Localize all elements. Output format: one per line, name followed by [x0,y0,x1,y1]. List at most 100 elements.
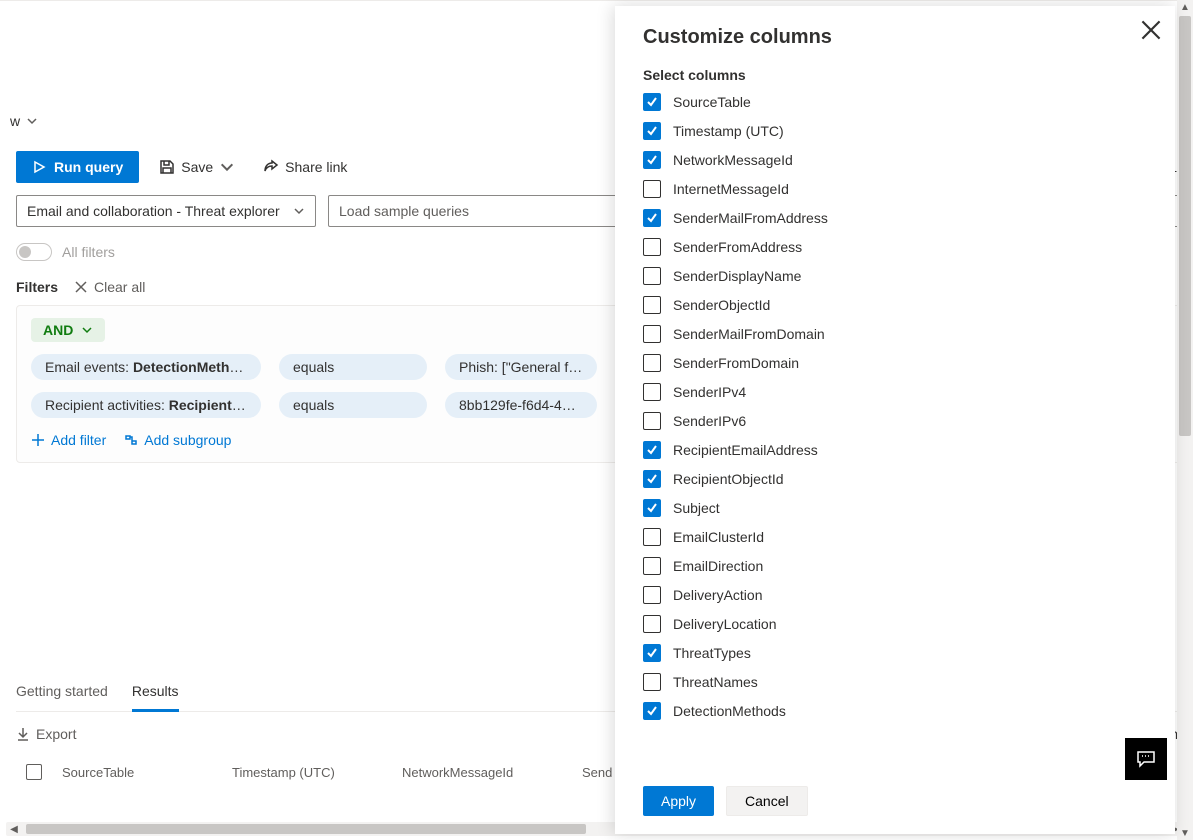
export-label: Export [36,726,76,742]
close-panel-button[interactable] [1141,20,1161,40]
all-filters-toggle[interactable] [16,243,52,261]
column-checkbox-item[interactable]: ThreatTypes [643,644,1147,662]
column-label: SenderFromAddress [673,239,802,255]
column-checkbox-item[interactable]: SenderFromAddress [643,238,1147,256]
column-checkbox-item[interactable]: SourceTable [643,93,1147,111]
checkbox[interactable] [643,93,661,111]
checkbox[interactable] [643,180,661,198]
add-subgroup-button[interactable]: Add subgroup [124,432,231,448]
checkbox[interactable] [643,412,661,430]
col-header-sourcetable[interactable]: SourceTable [62,765,212,780]
column-checkbox-item[interactable]: DeliveryAction [643,586,1147,604]
cancel-button[interactable]: Cancel [726,786,808,816]
col-header-networkmessageid[interactable]: NetworkMessageId [402,765,562,780]
vertical-scrollbar[interactable]: ▲ ▼ [1177,0,1193,840]
column-checkbox-item[interactable]: EmailDirection [643,557,1147,575]
checkbox[interactable] [643,354,661,372]
column-label: DeliveryAction [673,587,762,603]
chevron-down-icon [81,324,93,336]
column-checkbox-item[interactable]: SenderDisplayName [643,267,1147,285]
checkbox[interactable] [643,151,661,169]
column-checkbox-item[interactable]: DeliveryLocation [643,615,1147,633]
column-checkbox-item[interactable]: Timestamp (UTC) [643,122,1147,140]
scroll-left-icon[interactable]: ◀ [6,822,22,836]
column-checkbox-item[interactable]: EmailClusterId [643,528,1147,546]
column-checkbox-item[interactable]: NetworkMessageId [643,151,1147,169]
checkbox[interactable] [643,296,661,314]
panel-title: Customize columns [643,26,1147,49]
checkbox[interactable] [643,528,661,546]
filter-op-pill[interactable]: equals [279,392,427,418]
column-label: SenderIPv6 [673,413,746,429]
run-query-button[interactable]: Run query [16,151,139,183]
filter-field-pill[interactable]: Email events: DetectionMethods [31,354,261,380]
checkbox[interactable] [643,702,661,720]
filter-value-pill[interactable]: 8bb129fe-f6d4-431f-8 [445,392,597,418]
all-filters-label: All filters [62,244,115,260]
checkbox[interactable] [643,644,661,662]
scroll-down-icon[interactable]: ▼ [1177,826,1193,840]
add-subgroup-label: Add subgroup [144,432,231,448]
column-checkbox-item[interactable]: Subject [643,499,1147,517]
checkbox[interactable] [643,586,661,604]
column-checkbox-item[interactable]: SenderIPv4 [643,383,1147,401]
column-checkbox-item[interactable]: SenderMailFromAddress [643,209,1147,227]
checkbox[interactable] [643,325,661,343]
checkbox[interactable] [643,122,661,140]
clear-all-label: Clear all [94,279,145,295]
column-label: Subject [673,500,720,516]
filter-op-pill[interactable]: equals [279,354,427,380]
run-query-label: Run query [54,159,123,175]
checkbox[interactable] [643,383,661,401]
filter-field-pill[interactable]: Recipient activities: RecipientObj… [31,392,261,418]
column-label: SenderMailFromAddress [673,210,828,226]
scope-value: Email and collaboration - Threat explore… [27,203,280,219]
filter-value-pill[interactable]: Phish: ["General filter" [445,354,597,380]
column-label: NetworkMessageId [673,152,793,168]
checkbox[interactable] [643,209,661,227]
checkbox[interactable] [643,470,661,488]
column-checkbox-item[interactable]: InternetMessageId [643,180,1147,198]
checkbox[interactable] [643,267,661,285]
logic-operator-pill[interactable]: AND [31,318,105,342]
checkbox[interactable] [643,238,661,256]
export-button[interactable]: Export [16,726,76,742]
share-label: Share link [285,159,347,175]
column-checkbox-item[interactable]: SenderIPv6 [643,412,1147,430]
column-checkbox-item[interactable]: SenderObjectId [643,296,1147,314]
checkbox[interactable] [643,673,661,691]
checkbox[interactable] [643,499,661,517]
scroll-up-icon[interactable]: ▲ [1177,0,1193,14]
col-header-sender[interactable]: Send [582,765,612,780]
save-button[interactable]: Save [151,151,243,183]
save-label: Save [181,159,213,175]
col-header-timestamp[interactable]: Timestamp (UTC) [232,765,382,780]
column-checkbox-item[interactable]: ThreatNames [643,673,1147,691]
column-checkbox-item[interactable]: SenderMailFromDomain [643,325,1147,343]
share-link-button[interactable]: Share link [255,151,355,183]
feedback-button[interactable] [1125,738,1167,780]
add-filter-button[interactable]: Add filter [31,432,106,448]
column-label: RecipientEmailAddress [673,442,818,458]
column-label: SenderFromDomain [673,355,799,371]
column-label: DeliveryLocation [673,616,777,632]
column-checkbox-item[interactable]: RecipientEmailAddress [643,441,1147,459]
column-label: SenderMailFromDomain [673,326,825,342]
checkbox[interactable] [643,441,661,459]
apply-button[interactable]: Apply [643,786,714,816]
column-checkbox-item[interactable]: RecipientObjectId [643,470,1147,488]
clear-all-button[interactable]: Clear all [74,279,145,295]
column-label: SourceTable [673,94,751,110]
checkbox[interactable] [643,615,661,633]
column-checkbox-item[interactable]: SenderFromDomain [643,354,1147,372]
scope-dropdown[interactable]: Email and collaboration - Threat explore… [16,195,316,227]
column-label: ThreatTypes [673,645,751,661]
select-all-checkbox[interactable] [26,764,42,780]
column-checkbox-item[interactable]: DetectionMethods [643,702,1147,720]
tab-results[interactable]: Results [132,673,179,712]
column-label: InternetMessageId [673,181,789,197]
chevron-down-icon [26,115,38,127]
tab-getting-started[interactable]: Getting started [16,673,108,711]
checkbox[interactable] [643,557,661,575]
column-label: EmailDirection [673,558,763,574]
